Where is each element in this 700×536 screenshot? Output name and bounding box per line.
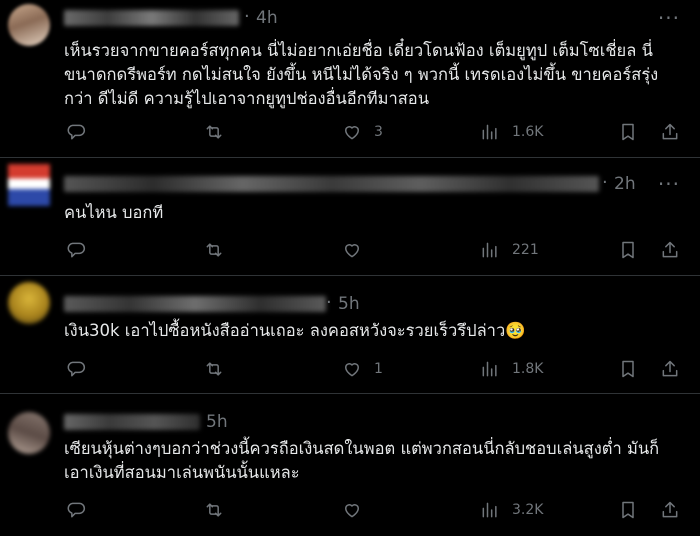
bookmark-button[interactable] [618, 357, 638, 381]
post-text-line: กว่า ดีไม่ดี ความรู้ไปเอาจากยูทูปช่องอื่… [64, 89, 429, 108]
bookmark-icon [622, 241, 634, 259]
reply-feed: · 4h ··· เห็นรวยจากขายคอร์สทุกคน นี่ไม่อ… [0, 0, 700, 536]
repost-icon [206, 362, 222, 376]
post-time[interactable]: 5h [338, 294, 360, 314]
views-button[interactable]: 221 [480, 238, 539, 262]
author-name[interactable] [64, 10, 239, 26]
post-text: เซียนหุ้นต่างๆบอกว่าช่วงนี้ควรถือเงินสดใ… [64, 437, 686, 485]
like-button[interactable]: 3 [342, 120, 383, 144]
heart-icon [345, 504, 359, 518]
separator-dot: · [244, 6, 250, 27]
post-time[interactable]: 5h [206, 412, 228, 432]
separator-dot: · [326, 292, 332, 313]
post-text-line: เอาเงินที่สอนมาเล่นพนันนั้นแหละ [64, 463, 300, 482]
share-button[interactable] [660, 120, 680, 144]
reply-button[interactable] [66, 357, 86, 381]
heart-icon [345, 126, 359, 140]
views-button[interactable]: 1.6K [480, 120, 543, 144]
repost-icon [206, 125, 222, 139]
views-icon [482, 124, 497, 140]
post-text-line: เซียนหุ้นต่างๆบอกว่าช่วงนี้ควรถือเงินสดใ… [64, 439, 660, 458]
share-icon [662, 360, 678, 377]
reply-icon [67, 502, 86, 518]
bookmark-icon [622, 501, 634, 519]
separator-dot: · [602, 172, 608, 193]
post-text-line: คนไหน บอกที [64, 203, 164, 222]
share-icon [662, 123, 678, 140]
view-count: 1.6K [512, 124, 544, 140]
reply-post[interactable]: · 2h ··· คนไหน บอกที 221 [0, 158, 700, 276]
share-icon [662, 501, 678, 518]
view-count: 221 [512, 242, 539, 258]
reply-post[interactable]: · 4h ··· เห็นรวยจากขายคอร์สทุกคน นี่ไม่อ… [0, 0, 700, 158]
bookmark-icon [622, 360, 634, 378]
post-time[interactable]: 4h [256, 8, 278, 28]
share-button[interactable] [660, 357, 680, 381]
share-icon [662, 241, 678, 258]
like-button[interactable]: 1 [342, 357, 383, 381]
reply-icon [67, 361, 86, 377]
share-button[interactable] [660, 498, 680, 522]
bookmark-button[interactable] [618, 238, 638, 262]
action-bar: 221 [0, 238, 700, 262]
like-count: 3 [374, 124, 383, 140]
repost-button[interactable] [204, 238, 224, 262]
repost-icon [206, 503, 222, 517]
views-button[interactable]: 3.2K [480, 498, 543, 522]
more-icon[interactable]: ··· [658, 172, 680, 196]
post-text: คนไหน บอกที [64, 201, 686, 225]
repost-icon [206, 243, 222, 257]
reply-post[interactable]: 5h เซียนหุ้นต่างๆบอกว่าช่วงนี้ควรถือเงิน… [0, 394, 700, 536]
bookmark-icon [622, 123, 634, 141]
post-text-line: เห็นรวยจากขายคอร์สทุกคน นี่ไม่อยากเอ่ยชื… [64, 41, 653, 60]
view-count: 1.8K [512, 361, 544, 377]
like-button[interactable] [342, 498, 362, 522]
repost-button[interactable] [204, 498, 224, 522]
avatar[interactable] [8, 282, 50, 324]
reply-button[interactable] [66, 498, 86, 522]
views-icon [482, 361, 497, 377]
post-text-line: เงิน30k เอาไปซื้อหนังสืออ่านเถอะ ลงคอสหว… [64, 321, 526, 340]
post-text: เห็นรวยจากขายคอร์สทุกคน นี่ไม่อยากเอ่ยชื… [64, 39, 686, 111]
repost-button[interactable] [204, 120, 224, 144]
more-icon[interactable]: ··· [658, 6, 680, 30]
action-bar: 3.2K [0, 498, 700, 522]
author-name[interactable] [64, 296, 326, 312]
share-button[interactable] [660, 238, 680, 262]
views-button[interactable]: 1.8K [480, 357, 543, 381]
like-count: 1 [374, 361, 383, 377]
reply-icon [67, 242, 86, 258]
author-name[interactable] [64, 414, 200, 430]
avatar[interactable] [8, 4, 50, 46]
views-icon [482, 242, 497, 258]
post-text-line: ขนาดกดรีพอร์ท กดไม่สนใจ ยังขึ้น หนีไม่ได… [64, 65, 659, 84]
reply-button[interactable] [66, 238, 86, 262]
like-button[interactable] [342, 238, 362, 262]
action-bar: 3 1.6K [0, 120, 700, 144]
avatar[interactable] [8, 164, 50, 206]
views-icon [482, 502, 497, 518]
bookmark-button[interactable] [618, 498, 638, 522]
author-name[interactable] [64, 176, 599, 192]
post-time[interactable]: 2h [614, 174, 636, 194]
avatar[interactable] [8, 412, 50, 454]
reply-button[interactable] [66, 120, 86, 144]
reply-post[interactable]: · 5h เงิน30k เอาไปซื้อหนังสืออ่านเถอะ ลง… [0, 276, 700, 394]
heart-icon [345, 363, 359, 377]
view-count: 3.2K [512, 502, 544, 518]
bookmark-button[interactable] [618, 120, 638, 144]
action-bar: 1 1.8K [0, 357, 700, 381]
post-text: เงิน30k เอาไปซื้อหนังสืออ่านเถอะ ลงคอสหว… [64, 319, 686, 343]
heart-icon [345, 244, 359, 258]
repost-button[interactable] [204, 357, 224, 381]
reply-icon [67, 124, 86, 140]
